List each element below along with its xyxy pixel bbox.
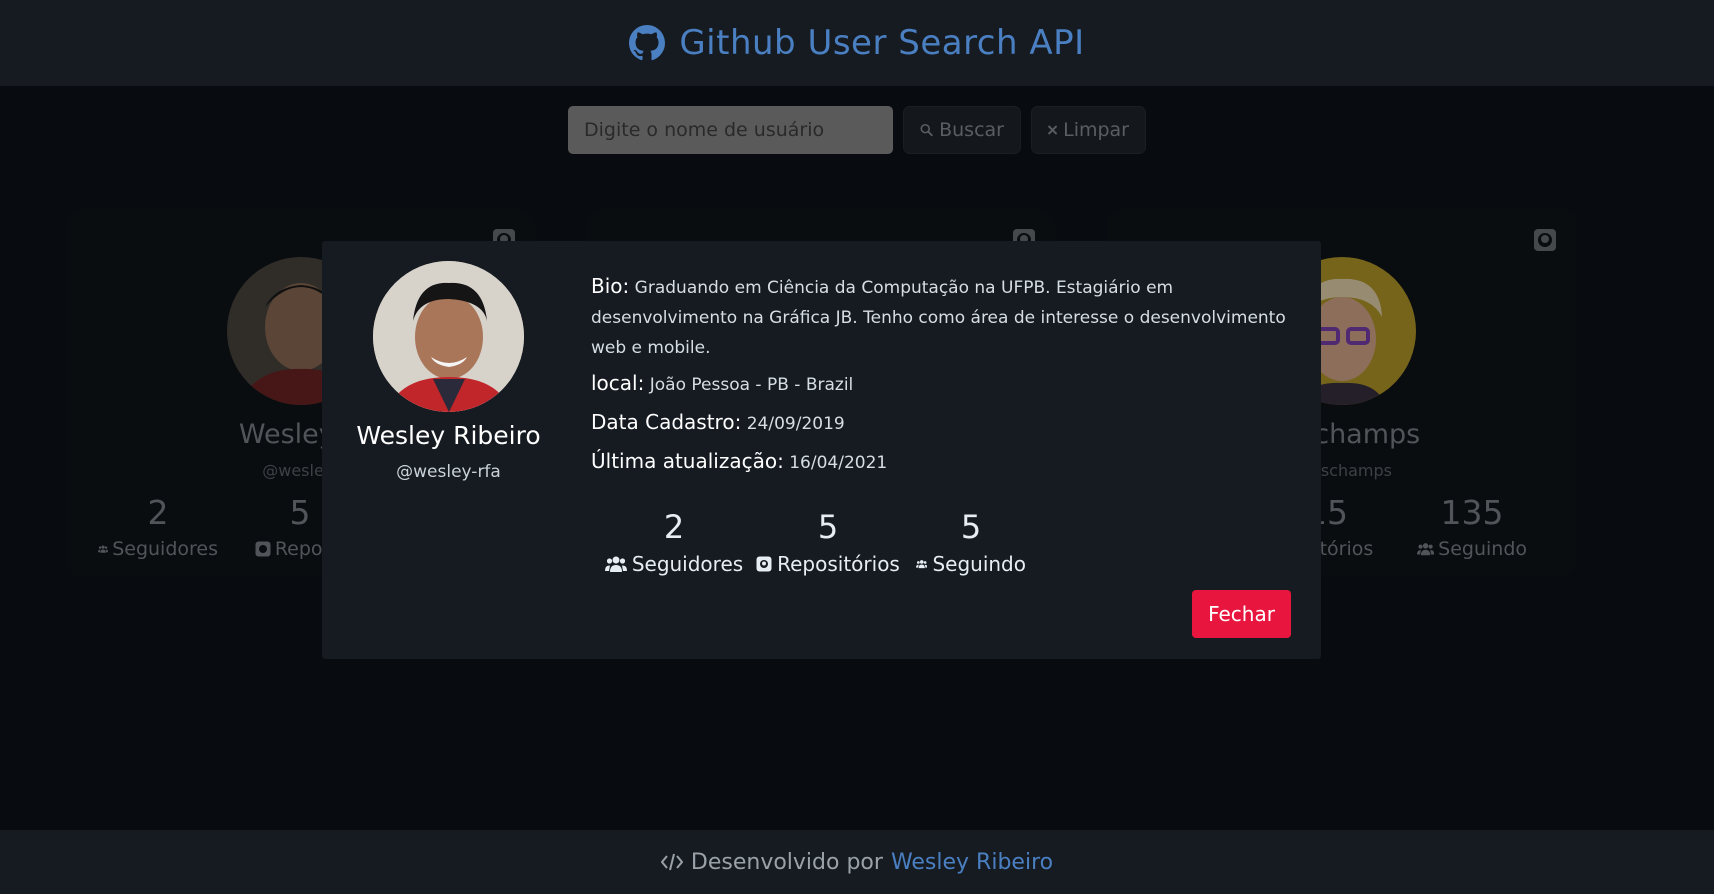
updated-value: 16/04/2021 bbox=[789, 453, 888, 473]
following-label: Seguindo bbox=[932, 552, 1026, 576]
repos-stat: 5 Repositórios bbox=[756, 508, 900, 576]
user-detail-modal: Wesley Ribeiro @wesley-rfa Bio: Graduand… bbox=[322, 241, 1321, 659]
avatar bbox=[373, 261, 524, 412]
created-value: 24/09/2019 bbox=[746, 414, 845, 434]
page-title: Github User Search API bbox=[679, 23, 1085, 63]
followers-stat: 2 Seguidores bbox=[604, 508, 744, 576]
followers-count: 2 bbox=[663, 508, 685, 546]
close-button[interactable]: Fechar bbox=[1192, 590, 1291, 638]
created-label: Data Cadastro: bbox=[591, 410, 742, 434]
users-icon bbox=[604, 556, 627, 572]
updated-row: Última atualização: 16/04/2021 bbox=[591, 446, 1301, 478]
repos-label: Repositórios bbox=[777, 552, 900, 576]
modal-user-handle: @wesley-rfa bbox=[396, 462, 501, 482]
github-icon bbox=[629, 25, 666, 61]
footer-prefix: Desenvolvido por bbox=[690, 849, 883, 875]
following-stat: 5 Seguindo bbox=[916, 508, 1026, 576]
user-info: Bio: Graduando em Ciência da Computação … bbox=[591, 271, 1301, 478]
code-icon bbox=[660, 853, 683, 871]
users-icon bbox=[916, 560, 928, 569]
modal-user-name: Wesley Ribeiro bbox=[356, 421, 541, 450]
created-row: Data Cadastro: 24/09/2019 bbox=[591, 407, 1301, 439]
bio-label: Bio: bbox=[591, 274, 630, 298]
bio-text: Graduando em Ciência da Computação na UF… bbox=[591, 278, 1286, 358]
app-header: Github User Search API bbox=[0, 0, 1714, 86]
location-row: local: João Pessoa - PB - Brazil bbox=[591, 368, 1301, 400]
bio-row: Bio: Graduando em Ciência da Computação … bbox=[591, 271, 1301, 363]
repo-icon bbox=[756, 556, 772, 572]
followers-label: Seguidores bbox=[631, 552, 744, 576]
location-label: local: bbox=[591, 371, 645, 395]
author-link[interactable]: Wesley Ribeiro bbox=[891, 850, 1053, 875]
location-value: João Pessoa - PB - Brazil bbox=[649, 375, 854, 395]
following-count: 5 bbox=[960, 508, 982, 546]
repos-count: 5 bbox=[817, 508, 839, 546]
footer: Desenvolvido por Wesley Ribeiro bbox=[0, 830, 1714, 894]
updated-label: Última atualização: bbox=[591, 449, 784, 473]
